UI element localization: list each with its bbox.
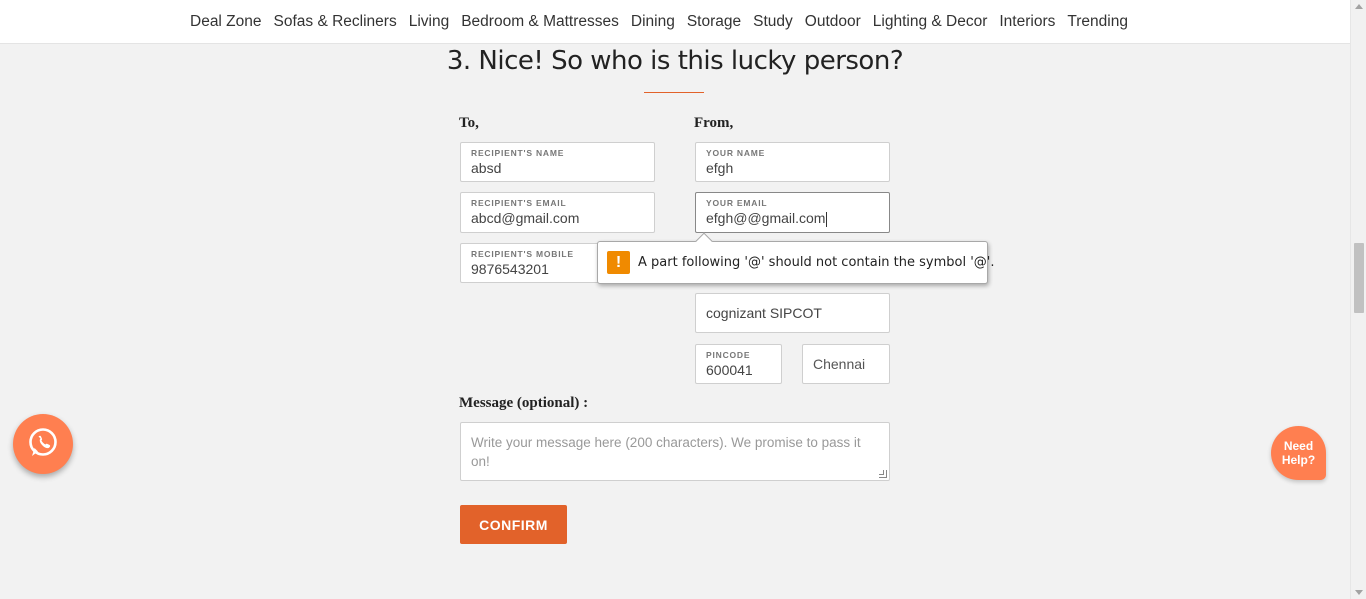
recipient-name-label: RECIPIENT'S NAME [471, 148, 565, 158]
tooltip-notch [695, 232, 713, 250]
your-email-value: efgh@@gmail.com [706, 210, 826, 226]
need-help-button[interactable]: Need Help? [1271, 426, 1326, 480]
nav-item-interiors[interactable]: Interiors [999, 13, 1055, 31]
your-name-field[interactable]: YOUR NAME efgh [695, 142, 890, 182]
to-heading: To, [459, 115, 479, 131]
vertical-scrollbar[interactable] [1350, 0, 1366, 599]
city-field[interactable]: Chennai [802, 344, 890, 384]
recipient-name-value: absd [471, 160, 502, 176]
pincode-value: 600041 [706, 362, 753, 378]
need-help-line1: Need [1283, 439, 1314, 453]
nav-menu: Deal Zone Sofas & Recliners Living Bedro… [184, 0, 1134, 44]
whatsapp-button[interactable] [13, 414, 73, 474]
your-email-value-wrap: efgh@@gmail.com [706, 210, 828, 227]
message-textarea[interactable]: Write your message here (200 characters)… [460, 422, 890, 481]
address-field[interactable]: cognizant SIPCOT [695, 293, 890, 333]
section-title: 3. Nice! So who is this lucky person? [446, 46, 904, 76]
recipient-name-field[interactable]: RECIPIENT'S NAME absd [460, 142, 655, 182]
your-email-field[interactable]: YOUR EMAIL efgh@@gmail.com [695, 192, 890, 233]
nav-item-sofas-recliners[interactable]: Sofas & Recliners [274, 13, 397, 31]
validation-tooltip: ! A part following '@' should not contai… [597, 232, 995, 284]
scroll-down-arrow-icon[interactable] [1355, 590, 1363, 595]
nav-item-outdoor[interactable]: Outdoor [805, 13, 861, 31]
nav-item-study[interactable]: Study [753, 13, 793, 31]
pincode-field[interactable]: PINCODE 600041 [695, 344, 782, 384]
from-heading: From, [694, 115, 734, 131]
recipient-mobile-label: RECIPIENT'S MOBILE [471, 249, 574, 259]
validation-message: A part following '@' should not contain … [638, 255, 995, 270]
text-caret [826, 211, 828, 227]
nav-item-trending[interactable]: Trending [1067, 13, 1128, 31]
confirm-button[interactable]: CONFIRM [460, 505, 567, 544]
nav-item-living[interactable]: Living [409, 13, 450, 31]
message-label: Message (optional) : [459, 395, 589, 411]
address-value: cognizant SIPCOT [706, 305, 822, 321]
nav-item-dining[interactable]: Dining [631, 13, 675, 31]
warning-icon: ! [607, 251, 630, 274]
whatsapp-icon [29, 428, 57, 456]
city-value: Chennai [813, 356, 866, 372]
nav-item-lighting-decor[interactable]: Lighting & Decor [873, 13, 988, 31]
recipient-email-label: RECIPIENT'S EMAIL [471, 198, 567, 208]
scrollbar-thumb[interactable] [1354, 243, 1364, 313]
nav-item-storage[interactable]: Storage [687, 13, 741, 31]
need-help-text: Need Help? [1282, 439, 1315, 467]
nav-item-bedroom-mattresses[interactable]: Bedroom & Mattresses [461, 13, 619, 31]
need-help-line2: Help? [1281, 453, 1316, 467]
top-navigation: Deal Zone Sofas & Recliners Living Bedro… [0, 0, 1350, 44]
recipient-email-value: abcd@gmail.com [471, 210, 580, 226]
title-underline [644, 92, 704, 93]
scroll-up-arrow-icon[interactable] [1355, 4, 1363, 9]
message-placeholder: Write your message here (200 characters)… [471, 435, 861, 469]
recipient-email-field[interactable]: RECIPIENT'S EMAIL abcd@gmail.com [460, 192, 655, 233]
recipient-mobile-value: 9876543201 [471, 261, 549, 277]
nav-item-deal-zone[interactable]: Deal Zone [190, 13, 262, 31]
resize-handle-icon[interactable] [879, 470, 887, 478]
your-name-value: efgh [706, 160, 734, 176]
pincode-label: PINCODE [706, 350, 751, 360]
your-email-label: YOUR EMAIL [706, 198, 768, 208]
your-name-label: YOUR NAME [706, 148, 766, 158]
